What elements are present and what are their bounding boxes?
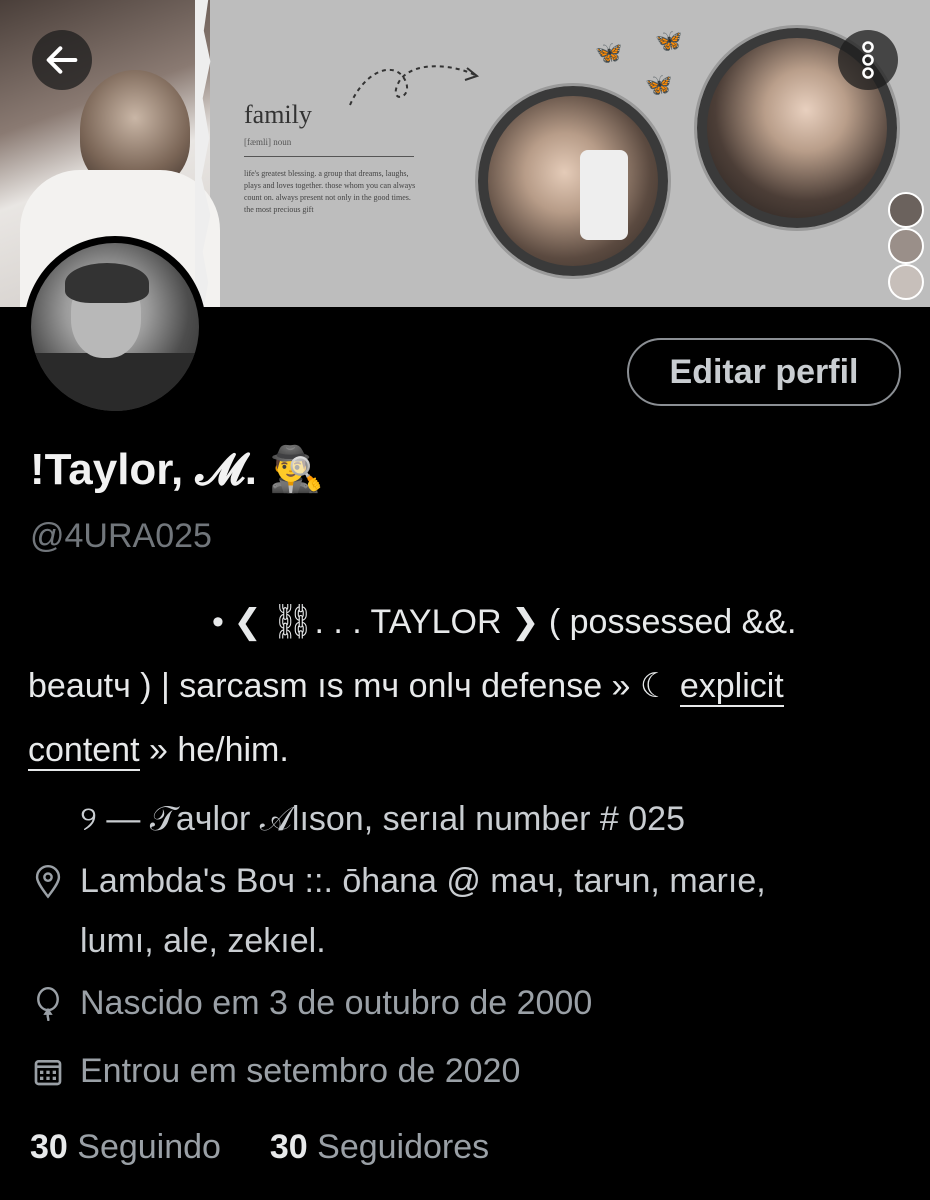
banner-divider bbox=[244, 156, 414, 157]
user-handle: @4URA025 bbox=[30, 517, 212, 555]
name-line: ୨ — 𝒯aчlor 𝒜lıson, serıal number # 025 bbox=[30, 800, 685, 839]
followers-label: Seguidores bbox=[317, 1128, 490, 1166]
following-link[interactable]: 30 Seguindo bbox=[30, 1128, 221, 1166]
color-swatch bbox=[888, 228, 924, 264]
calendar-icon bbox=[30, 1054, 66, 1090]
more-options-button[interactable] bbox=[838, 30, 898, 90]
joined-row: Entrou em setembro de 2020 bbox=[30, 1052, 520, 1091]
bio-link-explicit[interactable]: explicit bbox=[679, 667, 784, 707]
butterfly-icon: 🦋 bbox=[655, 28, 683, 53]
banner-phonetic: [fæmli] noun bbox=[244, 137, 292, 147]
birthday-text: Nascido em 3 de outubro de 2000 bbox=[80, 984, 593, 1022]
location-text: Lambda's Boч ::. ōhana @ maч, tarчn, mar… bbox=[80, 862, 766, 900]
banner-circle-photo-left bbox=[478, 86, 668, 276]
follow-stats: 30 Seguindo 30 Seguidores bbox=[30, 1128, 489, 1167]
name-line-text: ୨ — 𝒯aчlor 𝒜lıson, serıal number # 025 bbox=[80, 800, 685, 838]
location-row: Lambda's Boч ::. ōhana @ maч, tarчn, mar… bbox=[30, 862, 766, 901]
location-text-continued: lumı, ale, zekıel. bbox=[80, 922, 326, 960]
more-vertical-icon bbox=[862, 41, 874, 79]
location-pin-icon bbox=[30, 864, 66, 900]
birthday-row: Nascido em 3 de outubro de 2000 bbox=[30, 984, 592, 1023]
arrow-left-icon bbox=[46, 46, 78, 74]
butterfly-icon: 🦋 bbox=[595, 40, 623, 65]
followers-count: 30 bbox=[269, 1128, 308, 1166]
following-count: 30 bbox=[30, 1128, 68, 1166]
bio-link-content[interactable]: content bbox=[28, 731, 140, 771]
butterfly-icon: 🦋 bbox=[645, 72, 673, 97]
bio-text: » he/him. bbox=[139, 731, 289, 769]
balloon-icon bbox=[30, 986, 66, 1022]
curved-arrow-icon bbox=[349, 65, 480, 106]
bio-line: beautч ) | sarcasm ıs mч onlч defense » … bbox=[28, 654, 908, 718]
color-swatch bbox=[888, 264, 924, 300]
joined-text: Entrou em setembro de 2020 bbox=[80, 1052, 521, 1090]
location-row-continued: lumı, ale, zekıel. bbox=[80, 922, 326, 961]
bio: • ❮ ⛓. . . TAYLOR ❯ ( possessed &&. beau… bbox=[28, 590, 908, 782]
avatar-image bbox=[31, 243, 199, 411]
back-button[interactable] bbox=[32, 30, 92, 90]
color-swatch bbox=[888, 192, 924, 228]
bio-line: content » he/him. bbox=[28, 718, 908, 782]
phone-in-photo bbox=[580, 150, 628, 240]
edit-profile-button[interactable]: Editar perfil bbox=[627, 338, 901, 406]
following-label: Seguindo bbox=[77, 1128, 221, 1166]
banner-definition: life's greatest blessing. a group that d… bbox=[244, 169, 416, 214]
bio-text: beautч ) | sarcasm ıs mч onlч defense » … bbox=[28, 667, 680, 705]
bio-line: • ❮ ⛓. . . TAYLOR ❯ ( possessed &&. bbox=[212, 603, 797, 641]
followers-link[interactable]: 30 Seguidores bbox=[270, 1128, 489, 1166]
avatar[interactable] bbox=[24, 236, 206, 418]
display-name: !Taylor, 𝓜. 🕵️‍♂️ bbox=[30, 445, 324, 494]
banner-word: family bbox=[244, 100, 312, 129]
